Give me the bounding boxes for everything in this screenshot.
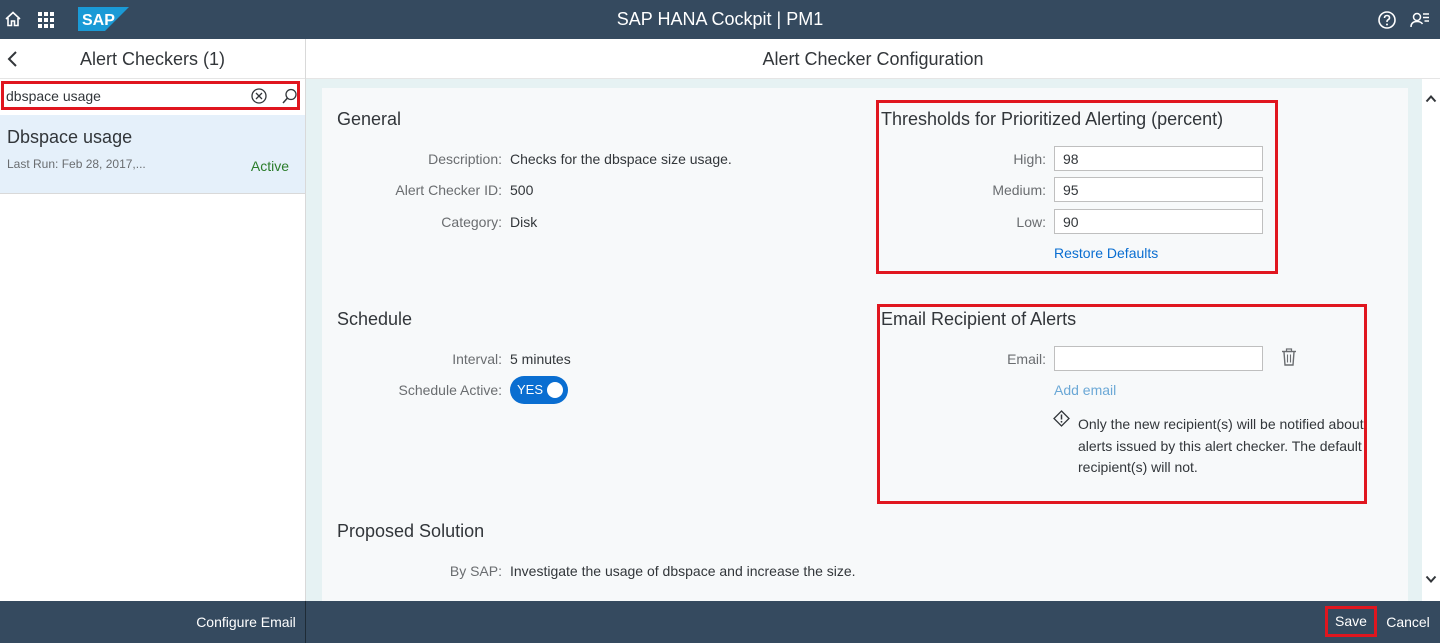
list-item[interactable]: Dbspace usage Last Run: Feb 28, 2017,...… <box>0 115 305 194</box>
master-title: Alert Checkers (1) <box>79 49 226 69</box>
app-title: SAP HANA Cockpit | PM1 <box>616 9 824 29</box>
description-label: Description: <box>428 151 502 167</box>
cancel-button[interactable]: Cancel <box>1381 601 1435 643</box>
delete-email-icon[interactable] <box>1281 348 1297 366</box>
low-threshold-label: Low: <box>1016 214 1046 230</box>
status-badge: Active <box>250 158 289 174</box>
proposed-solution-title: Proposed Solution <box>337 521 485 541</box>
high-threshold-label: High: <box>1013 151 1046 167</box>
master-header: Alert Checkers (1) <box>0 39 305 79</box>
toggle-label: YES <box>517 382 544 397</box>
medium-threshold-label: Medium: <box>992 182 1046 198</box>
category-label: Category: <box>441 214 502 230</box>
configure-email-button[interactable]: Configure Email <box>190 601 302 643</box>
schedule-active-label: Schedule Active: <box>398 382 502 398</box>
scroll-down-icon[interactable] <box>1425 573 1437 585</box>
interval-value: 5 minutes <box>510 351 571 367</box>
search-icon[interactable] <box>281 87 299 105</box>
toggle-knob <box>547 382 563 398</box>
low-threshold-input[interactable] <box>1054 209 1263 234</box>
shell-bar: SAP SAP HANA Cockpit | PM1 <box>0 0 1440 39</box>
email-input[interactable] <box>1054 346 1263 371</box>
footer-divider <box>305 601 306 643</box>
email-label: Email: <box>1007 351 1046 367</box>
list-item-last-run: Last Run: Feb 28, 2017,... <box>7 157 146 171</box>
restore-defaults-link[interactable]: Restore Defaults <box>1054 245 1158 261</box>
schedule-section-title: Schedule <box>337 309 413 329</box>
footer-toolbar: Configure Email Save Cancel <box>0 601 1440 643</box>
thresholds-section-title: Thresholds for Prioritized Alerting (per… <box>881 109 1224 129</box>
solution-text: Investigate the usage of dbspace and inc… <box>510 563 856 579</box>
search-input[interactable] <box>6 84 246 107</box>
description-value: Checks for the dbspace size usage. <box>510 151 732 167</box>
information-icon <box>1053 410 1070 427</box>
master-pane: Alert Checkers (1) Dbspace usage Last Ru… <box>0 39 306 601</box>
medium-threshold-input[interactable] <box>1054 177 1263 202</box>
save-button[interactable]: Save <box>1325 606 1377 637</box>
interval-label: Interval: <box>452 351 502 367</box>
high-threshold-input[interactable] <box>1054 146 1263 171</box>
by-sap-label: By SAP: <box>449 563 502 579</box>
scrollbar[interactable] <box>1422 79 1440 601</box>
list-item-title: Dbspace usage <box>7 127 133 147</box>
scroll-up-icon[interactable] <box>1425 93 1437 105</box>
search-field <box>1 81 300 110</box>
clear-icon[interactable] <box>250 87 268 105</box>
user-settings-icon[interactable] <box>1410 10 1430 30</box>
help-icon[interactable] <box>1377 10 1397 30</box>
detail-header: Alert Checker Configuration <box>306 39 1440 79</box>
schedule-active-toggle[interactable]: YES <box>510 376 568 404</box>
add-email-link[interactable]: Add email <box>1054 382 1116 398</box>
email-section-title: Email Recipient of Alerts <box>881 309 1077 329</box>
general-section-title: General <box>337 109 402 129</box>
email-info-note: Only the new recipient(s) will be notifi… <box>1078 416 1364 475</box>
back-icon[interactable] <box>4 49 22 69</box>
category-value: Disk <box>510 214 538 230</box>
alert-checker-id-value: 500 <box>510 182 534 198</box>
alert-checker-id-label: Alert Checker ID: <box>395 182 502 198</box>
page-title: Alert Checker Configuration <box>762 49 984 69</box>
